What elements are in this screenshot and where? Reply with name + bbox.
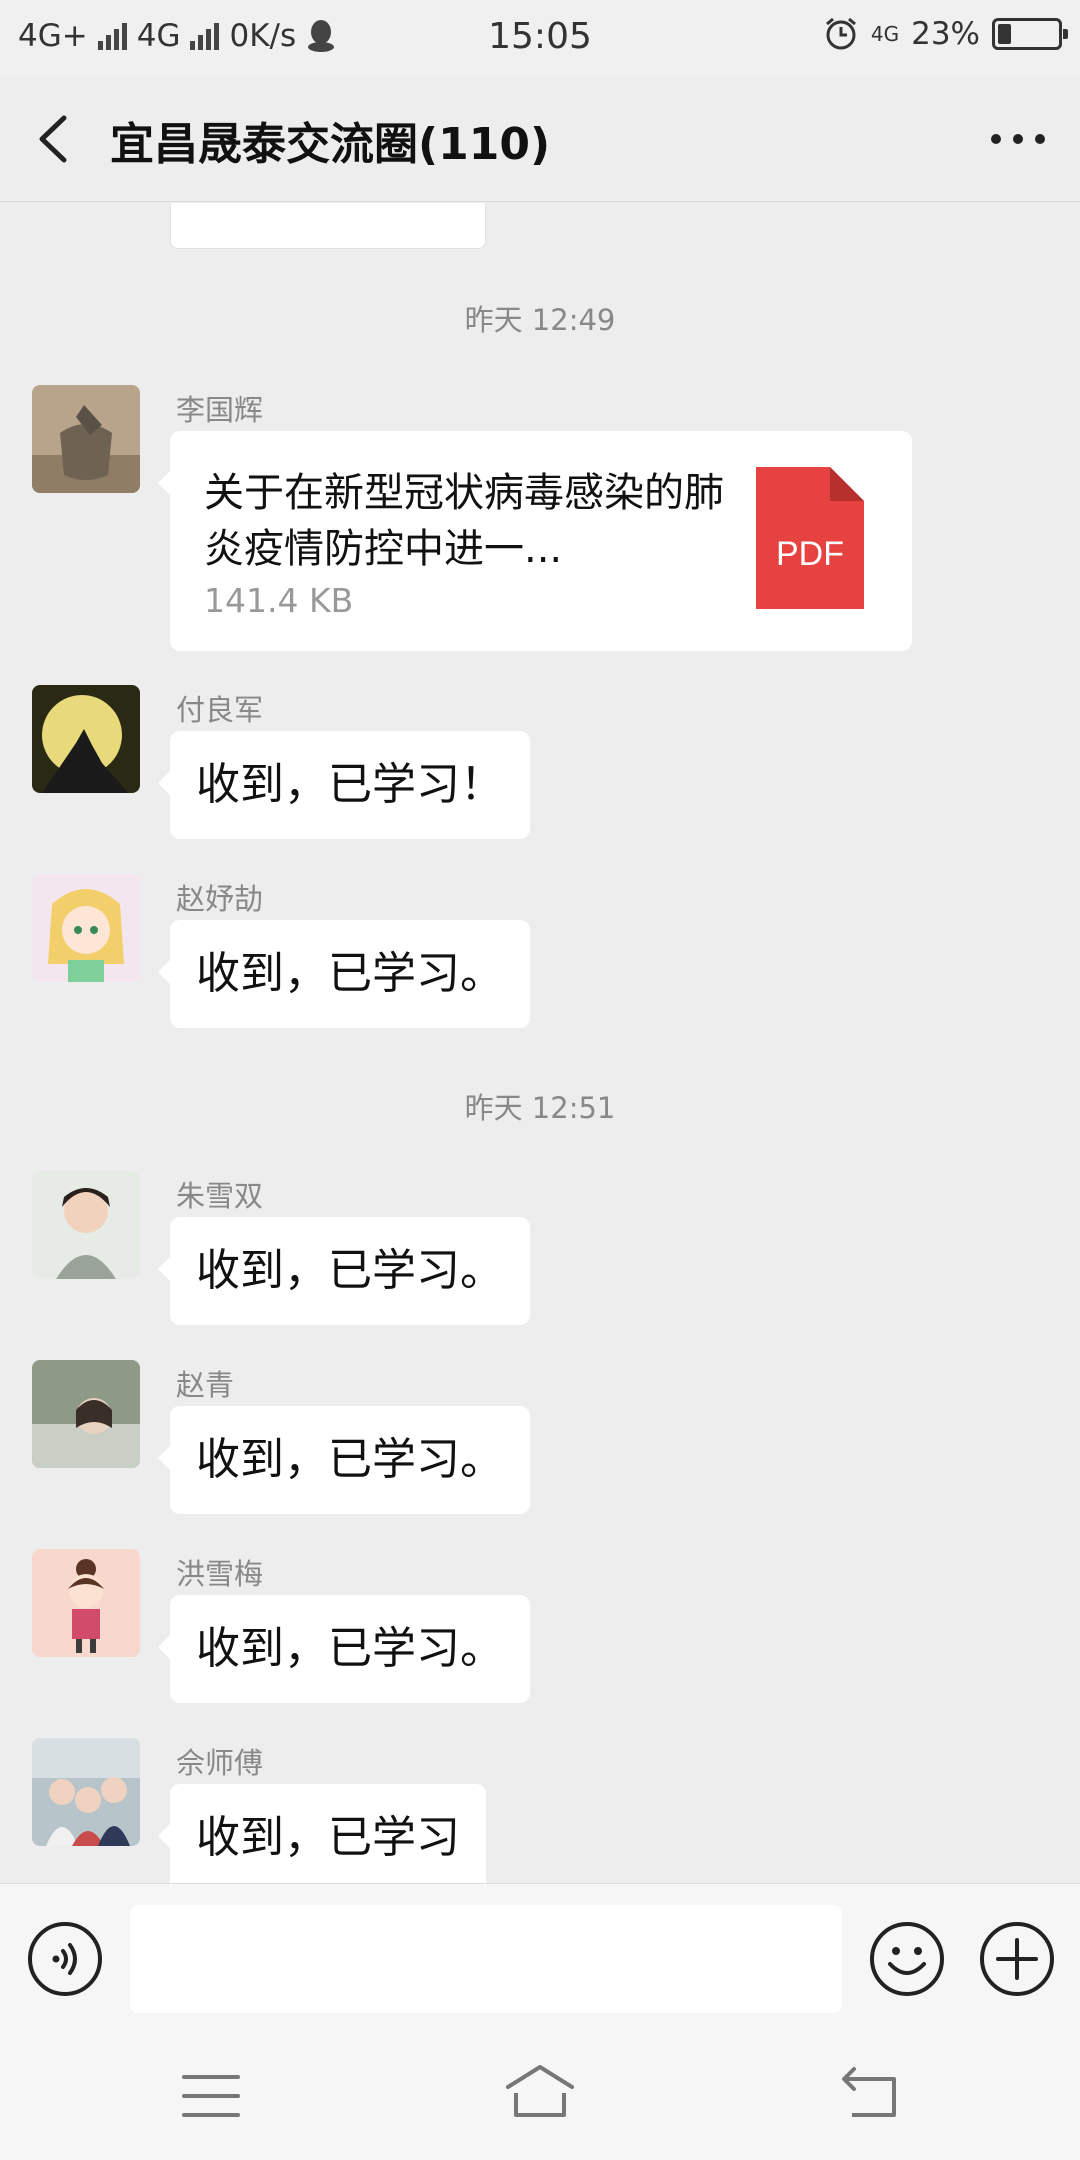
sender-name: 赵妤劼 [176, 882, 264, 916]
system-nav-bar [0, 2033, 1080, 2160]
avatar[interactable] [32, 1171, 140, 1279]
text-message-bubble[interactable]: 收到，已学习。 [158, 1406, 530, 1514]
sender-name: 洪雪梅 [176, 1557, 264, 1591]
plus-icon[interactable] [978, 1920, 1056, 1998]
sender-name: 赵青 [176, 1368, 235, 1402]
more-icon[interactable] [986, 114, 1050, 164]
avatar[interactable] [32, 1549, 140, 1657]
timestamp: 昨天 12:49 [464, 303, 616, 337]
input-bar [0, 1883, 1080, 2033]
avatar[interactable] [32, 1738, 140, 1846]
status-bar: 4G+ 4G 0K/s 15:05 4G 23% [0, 0, 1080, 76]
message-input[interactable] [130, 1905, 842, 2013]
text-message-bubble[interactable]: 收到，已学习 [158, 1784, 486, 1883]
back-icon[interactable] [24, 106, 84, 172]
sender-name: 李国辉 [176, 393, 264, 427]
emoji-icon[interactable] [868, 1920, 946, 1998]
avatar[interactable] [32, 874, 140, 982]
chat-title: 宜昌晟泰交流圈(110) [110, 119, 551, 170]
home-icon[interactable] [502, 2063, 578, 2123]
file-name: 关于在新型冠状病毒感染的肺炎疫情防控中进一... [204, 470, 724, 572]
file-message-bubble[interactable]: 关于在新型冠状病毒感染的肺炎疫情防控中进一... 141.4 KB PDF [158, 431, 912, 651]
chat-header: 宜昌晟泰交流圈(110) [0, 76, 1080, 202]
partial-message-bubble[interactable] [170, 203, 486, 249]
text-message-bubble[interactable]: 收到，已学习。 [158, 1595, 530, 1703]
avatar[interactable] [32, 1360, 140, 1468]
battery-percent: 23% [911, 16, 980, 52]
pdf-badge: PDF [776, 535, 844, 573]
menu-icon[interactable] [180, 2069, 242, 2123]
timestamp: 昨天 12:51 [464, 1091, 616, 1125]
sender-name: 佘师傅 [176, 1746, 264, 1780]
pdf-icon: PDF [756, 467, 864, 609]
file-size: 141.4 KB [204, 581, 354, 620]
text-message-bubble[interactable]: 收到，已学习。 [158, 1217, 530, 1325]
battery-icon [992, 18, 1068, 50]
sender-name: 付良军 [176, 693, 264, 727]
text-message-bubble[interactable]: 收到，已学习！ [158, 731, 530, 839]
sender-name: 朱雪双 [176, 1179, 264, 1213]
avatar[interactable] [32, 385, 140, 493]
return-icon[interactable] [838, 2065, 900, 2121]
avatar[interactable] [32, 685, 140, 793]
network-type-3: 4G [870, 22, 900, 46]
chat-message-list[interactable]: 昨天 12:49 李国辉 关于在新型冠状病毒感染的肺炎疫情防控中进一... 14… [0, 203, 1080, 1883]
voice-icon[interactable] [26, 1920, 104, 1998]
chat-screen: 4G+ 4G 0K/s 15:05 4G 23% 宜昌晟泰交流圈(110) 昨天… [0, 0, 1080, 2160]
alarm-icon [825, 17, 856, 50]
text-message-bubble[interactable]: 收到，已学习。 [158, 920, 530, 1028]
battery-level [998, 24, 1012, 44]
status-right: 4G 23% [823, 16, 1068, 52]
